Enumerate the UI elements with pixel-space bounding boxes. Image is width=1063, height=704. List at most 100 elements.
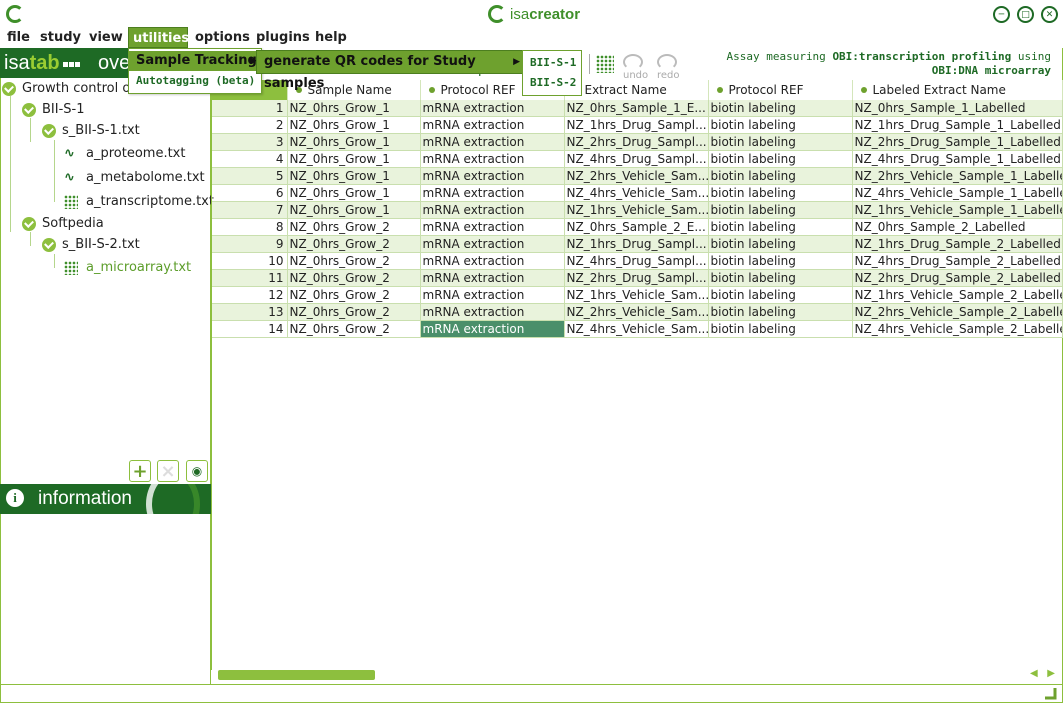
- table-cell[interactable]: biotin labeling: [708, 100, 853, 117]
- table-cell[interactable]: NZ_2hrs_Drug_Sampl...: [564, 133, 709, 151]
- row-number-cell[interactable]: 5: [212, 167, 288, 185]
- table-cell[interactable]: biotin labeling: [708, 150, 853, 168]
- table-cell[interactable]: NZ_1hrs_Drug_Sampl...: [564, 116, 709, 134]
- column-header[interactable]: Extract Name: [564, 80, 709, 100]
- table-cell[interactable]: mRNA extraction: [420, 133, 565, 151]
- table-cell[interactable]: mRNA extraction: [420, 235, 565, 253]
- row-number-cell[interactable]: 2: [212, 116, 288, 134]
- table-row[interactable]: 12 NZ_0hrs_Grow_2 mRNA extraction NZ_1hrs_V…: [212, 286, 1063, 304]
- table-cell[interactable]: NZ_0hrs_Grow_1: [287, 150, 421, 168]
- remove-button[interactable]: ×: [157, 460, 179, 482]
- table-cell[interactable]: NZ_1hrs_Vehicle_Sample_1_Labelled: [852, 201, 1063, 219]
- table-cell[interactable]: NZ_0hrs_Grow_2: [287, 303, 421, 321]
- table-cell[interactable]: NZ_0hrs_Grow_2: [287, 320, 421, 338]
- information-bar[interactable]: i information: [0, 484, 211, 514]
- table-cell[interactable]: NZ_2hrs_Drug_Sampl...: [564, 269, 709, 287]
- table-cell[interactable]: NZ_4hrs_Vehicle_Sample_2_Labelled: [852, 320, 1063, 338]
- maximize-button[interactable]: □: [1017, 6, 1034, 23]
- table-cell[interactable]: mRNA extraction: [420, 116, 565, 134]
- table-cell[interactable]: NZ_0hrs_Grow_1: [287, 167, 421, 185]
- row-number-cell[interactable]: 12: [212, 286, 288, 304]
- table-cell[interactable]: NZ_1hrs_Vehicle_Sam...: [564, 201, 709, 219]
- grid-view-icon[interactable]: [596, 55, 614, 73]
- table-cell[interactable]: mRNA extraction: [420, 303, 565, 321]
- table-cell[interactable]: NZ_0hrs_Sample_1_E...: [564, 100, 709, 117]
- table-cell[interactable]: mRNA extraction: [420, 201, 565, 219]
- table-cell[interactable]: NZ_4hrs_Drug_Sample_1_Labelled: [852, 150, 1063, 168]
- expand-check-icon[interactable]: [42, 238, 56, 252]
- column-header[interactable]: Protocol REF: [708, 80, 853, 100]
- row-number-cell[interactable]: 3: [212, 133, 288, 151]
- table-cell[interactable]: mRNA extraction: [420, 218, 565, 236]
- table-row[interactable]: 9 NZ_0hrs_Grow_2 mRNA extraction NZ_1hrs_Dr…: [212, 235, 1063, 253]
- expand-check-icon[interactable]: [42, 124, 56, 138]
- table-row[interactable]: 2 NZ_0hrs_Grow_1 mRNA extraction NZ_1hrs_Dr…: [212, 116, 1063, 134]
- share-button[interactable]: ◉: [186, 460, 208, 482]
- table-cell[interactable]: NZ_1hrs_Drug_Sample_2_Labelled: [852, 235, 1063, 253]
- expand-check-icon[interactable]: [22, 217, 36, 231]
- table-cell[interactable]: biotin labeling: [708, 201, 853, 219]
- table-cell[interactable]: NZ_4hrs_Vehicle_Sample_1_Labelled: [852, 184, 1063, 202]
- menu-plugins[interactable]: plugins: [252, 27, 314, 48]
- table-row[interactable]: 8 NZ_0hrs_Grow_2 mRNA extraction NZ_0hrs_Sa…: [212, 218, 1063, 236]
- table-cell[interactable]: NZ_0hrs_Grow_1: [287, 100, 421, 117]
- row-number-cell[interactable]: 4: [212, 150, 288, 168]
- menu-utilities[interactable]: utilities: [128, 27, 189, 48]
- redo-button[interactable]: redo: [657, 54, 680, 81]
- table-cell[interactable]: NZ_1hrs_Vehicle_Sam...: [564, 286, 709, 304]
- table-cell[interactable]: NZ_2hrs_Vehicle_Sam...: [564, 303, 709, 321]
- table-cell[interactable]: mRNA extraction: [420, 150, 565, 168]
- table-cell[interactable]: NZ_0hrs_Sample_2_E...: [564, 218, 709, 236]
- table-cell[interactable]: biotin labeling: [708, 303, 853, 321]
- table-row[interactable]: 1 NZ_0hrs_Grow_1 mRNA extraction NZ_0hrs_Sa…: [212, 100, 1063, 117]
- table-cell[interactable]: NZ_0hrs_Sample_2_Labelled: [852, 218, 1063, 236]
- menu-item-sample-tracking[interactable]: Sample Tracking ▶: [129, 51, 261, 71]
- row-number-cell[interactable]: 9: [212, 235, 288, 253]
- menu-item-generate-qr[interactable]: generate QR codes for Study samples ▶: [257, 51, 524, 91]
- table-cell[interactable]: biotin labeling: [708, 252, 853, 270]
- resize-grip-icon[interactable]: [1043, 686, 1057, 700]
- column-header[interactable]: Labeled Extract Name: [852, 80, 1063, 100]
- table-cell[interactable]: mRNA extraction: [420, 184, 565, 202]
- table-row[interactable]: 7 NZ_0hrs_Grow_1 mRNA extraction NZ_1hrs_Ve…: [212, 201, 1063, 219]
- menu-view[interactable]: view: [85, 27, 127, 48]
- table-cell[interactable]: NZ_0hrs_Grow_1: [287, 133, 421, 151]
- table-row[interactable]: 3 NZ_0hrs_Grow_1 mRNA extraction NZ_2hrs_Dr…: [212, 133, 1063, 151]
- table-cell[interactable]: NZ_4hrs_Drug_Sampl...: [564, 252, 709, 270]
- expand-check-icon[interactable]: [2, 82, 16, 96]
- table-cell[interactable]: biotin labeling: [708, 286, 853, 304]
- table-cell[interactable]: NZ_2hrs_Drug_Sample_1_Labelled: [852, 133, 1063, 151]
- row-number-cell[interactable]: 6: [212, 184, 288, 202]
- table-cell[interactable]: NZ_1hrs_Drug_Sampl...: [564, 235, 709, 253]
- table-row[interactable]: 10 NZ_0hrs_Grow_2 mRNA extraction NZ_4hrs_D…: [212, 252, 1063, 270]
- row-number-cell[interactable]: 7: [212, 201, 288, 219]
- add-button[interactable]: +: [129, 460, 151, 482]
- table-cell[interactable]: biotin labeling: [708, 235, 853, 253]
- table-cell[interactable]: NZ_2hrs_Vehicle_Sample_2_Labelled: [852, 303, 1063, 321]
- row-number-cell[interactable]: 10: [212, 252, 288, 270]
- menu-item-bii-s-1[interactable]: BII-S-1: [523, 53, 581, 73]
- table-cell[interactable]: NZ_1hrs_Vehicle_Sample_2_Labelled: [852, 286, 1063, 304]
- table-cell[interactable]: NZ_0hrs_Grow_1: [287, 184, 421, 202]
- menu-options[interactable]: options: [191, 27, 254, 48]
- table-cell[interactable]: NZ_0hrs_Grow_1: [287, 201, 421, 219]
- menu-item-bii-s-2[interactable]: BII-S-2: [523, 73, 581, 93]
- table-cell[interactable]: NZ_0hrs_Grow_2: [287, 252, 421, 270]
- table-cell[interactable]: mRNA extraction: [420, 252, 565, 270]
- table-cell[interactable]: NZ_0hrs_Grow_2: [287, 218, 421, 236]
- table-cell[interactable]: NZ_2hrs_Vehicle_Sam...: [564, 167, 709, 185]
- minimize-button[interactable]: ─: [993, 6, 1010, 23]
- table-cell[interactable]: NZ_0hrs_Grow_1: [287, 116, 421, 134]
- table-cell[interactable]: biotin labeling: [708, 184, 853, 202]
- table-cell[interactable]: NZ_4hrs_Vehicle_Sam...: [564, 320, 709, 338]
- table-row[interactable]: 4 NZ_0hrs_Grow_1 mRNA extraction NZ_4hrs_Dr…: [212, 150, 1063, 168]
- row-number-cell[interactable]: 1: [212, 100, 288, 117]
- table-cell[interactable]: biotin labeling: [708, 269, 853, 287]
- table-cell[interactable]: NZ_4hrs_Vehicle_Sam...: [564, 184, 709, 202]
- table-cell[interactable]: biotin labeling: [708, 218, 853, 236]
- table-cell[interactable]: biotin labeling: [708, 167, 853, 185]
- expand-check-icon[interactable]: [22, 103, 36, 117]
- close-button[interactable]: ✕: [1041, 6, 1058, 23]
- undo-button[interactable]: undo: [623, 54, 648, 81]
- menu-help[interactable]: help: [311, 27, 351, 48]
